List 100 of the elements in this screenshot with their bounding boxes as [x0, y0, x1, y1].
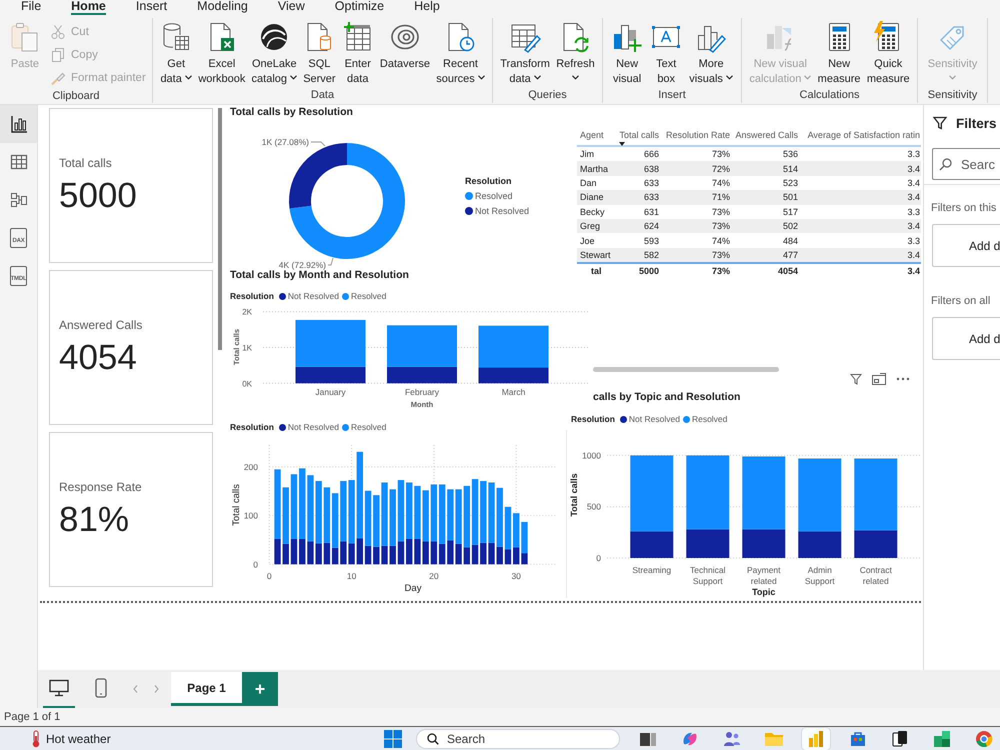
table-cell-text: 502 — [782, 221, 799, 232]
x-axis-label: 0 — [266, 571, 272, 581]
bar-chart-icon — [10, 115, 28, 133]
kpi-label: Total calls — [59, 156, 112, 170]
y-axis-label: 1000 — [582, 450, 601, 460]
group-label: Data — [310, 88, 334, 103]
table-cell-text: 536 — [782, 149, 799, 160]
status-text: Page 1 of 1 — [4, 711, 60, 723]
axis-title: Total calls — [231, 484, 242, 526]
y-axis-label: 0 — [596, 553, 601, 563]
table-cell-text: 73% — [710, 206, 731, 217]
legend-title: Resolution — [230, 291, 274, 301]
ribbon-button[interactable]: More visuals — [688, 21, 734, 87]
category-label: Payment related — [746, 565, 782, 587]
legend-label: Resolved — [475, 191, 513, 201]
table-cell-text: 523 — [782, 178, 799, 188]
y-axis-label: 200 — [244, 462, 258, 472]
table-cell-text: 73% — [710, 221, 731, 232]
scroll-bar[interactable] — [593, 367, 779, 372]
filter-icon[interactable] — [850, 373, 862, 385]
table-cell-text: Becky — [579, 206, 606, 217]
ribbon-button[interactable]: Excel workbook — [197, 21, 246, 87]
menu-tab[interactable]: View — [278, 0, 305, 15]
chevron-right-icon — [154, 685, 158, 693]
leader-line — [328, 258, 334, 266]
column-header[interactable]: Total calls — [619, 130, 659, 140]
drop-zone: Add d — [932, 317, 1000, 360]
add-page-button[interactable]: + — [242, 672, 278, 706]
table-cell-text: 514 — [782, 164, 799, 174]
table-cell-text: 593 — [642, 236, 660, 246]
table-cell-text: 633 — [642, 192, 660, 202]
menu-tab[interactable]: Optimize — [334, 0, 384, 15]
legend-label: Resolved — [350, 291, 386, 301]
menu-tab[interactable]: Modeling — [197, 0, 248, 15]
ribbon-button[interactable]: Text box — [649, 21, 684, 87]
category-label: March — [502, 387, 526, 397]
column-header[interactable]: Average of Satisfaction ratin — [808, 130, 920, 140]
search-field[interactable]: Search — [416, 728, 620, 748]
table-cell-text: 624 — [642, 221, 660, 232]
filter-icon — [933, 116, 947, 130]
ribbon-button[interactable]: Get data — [159, 21, 194, 87]
start-icon[interactable] — [384, 730, 402, 748]
table-cell-text: 501 — [782, 192, 799, 202]
ribbon-button[interactable]: SQL Server — [302, 21, 337, 87]
legend-label: Not Resolved — [475, 206, 530, 216]
table-cell-text: 3.4 — [906, 266, 921, 276]
page-tab[interactable]: Page 1 — [171, 672, 242, 706]
weather-label[interactable]: Hot weather — [46, 732, 111, 746]
y-axis-label: 1K — [242, 344, 252, 352]
table-cell-text: 631 — [642, 206, 660, 217]
table-cell-text: Dan — [579, 178, 598, 188]
legend-title: Resolution — [465, 176, 512, 186]
paintbrush-icon — [50, 70, 66, 86]
table-cell-text: 5000 — [638, 266, 660, 276]
column-header[interactable]: Answered Calls — [735, 130, 798, 140]
table-icon — [10, 153, 28, 171]
column-header[interactable]: Resolution Rate — [666, 130, 730, 140]
y-axis-label: 500 — [586, 502, 601, 512]
table-cell-text: 4054 — [776, 266, 799, 276]
view-button[interactable] — [0, 105, 37, 143]
group-label: Calculations — [800, 88, 860, 103]
menu-tab[interactable]: Help — [414, 0, 440, 15]
table-cell-text: Diane — [579, 192, 605, 202]
table-cell-text: 3.3 — [906, 206, 921, 217]
chevron-left-icon — [132, 685, 138, 693]
search-field[interactable]: Searc — [932, 148, 1000, 180]
ribbon-button[interactable]: Transform data — [499, 21, 551, 87]
table-cell-text: 638 — [642, 164, 660, 174]
menu-tab[interactable]: Insert — [136, 0, 168, 15]
ribbon-button[interactable]: Quick measure — [866, 21, 911, 87]
ribbon-button[interactable]: New visual — [610, 21, 644, 87]
table-cell-text: 3.4 — [906, 192, 921, 202]
ribbon-button[interactable]: New measure — [816, 21, 862, 87]
table-cell-text: 3.4 — [906, 250, 921, 260]
copy-icon — [50, 47, 66, 63]
y-axis-label: 2K — [242, 308, 252, 317]
more-options-icon[interactable] — [896, 377, 910, 381]
monitor-icon — [49, 679, 69, 697]
ribbon-button[interactable]: Dataverse — [378, 21, 432, 72]
ribbon-button[interactable]: Enter data — [340, 21, 375, 87]
table-cell-text: 3.3 — [906, 236, 921, 246]
focus-mode-icon[interactable] — [872, 373, 886, 385]
axis-title: Topic — [751, 587, 776, 598]
y-axis-label: 0 — [253, 559, 258, 570]
table-cell-text: 477 — [782, 250, 799, 260]
browser-icon — [975, 730, 993, 748]
category-label: February — [405, 387, 439, 397]
axis-title: Day — [404, 583, 422, 594]
x-axis-label: 30 — [511, 571, 521, 581]
bar-chart-icon — [807, 730, 825, 748]
ribbon-button[interactable]: OneLake catalog — [250, 21, 298, 87]
menu-tab[interactable]: File — [21, 0, 42, 15]
ribbon-button[interactable]: Recent sources — [435, 21, 486, 87]
table-cell-text: 3.4 — [906, 221, 921, 232]
ribbon-button[interactable]: Refresh — [555, 21, 596, 80]
table-cell-text: 73% — [710, 149, 731, 160]
scissors-icon — [50, 24, 66, 40]
column-header[interactable]: Agent — [580, 130, 604, 140]
table-cell-text: 517 — [782, 206, 799, 217]
pane-title: Filters — [956, 116, 997, 130]
